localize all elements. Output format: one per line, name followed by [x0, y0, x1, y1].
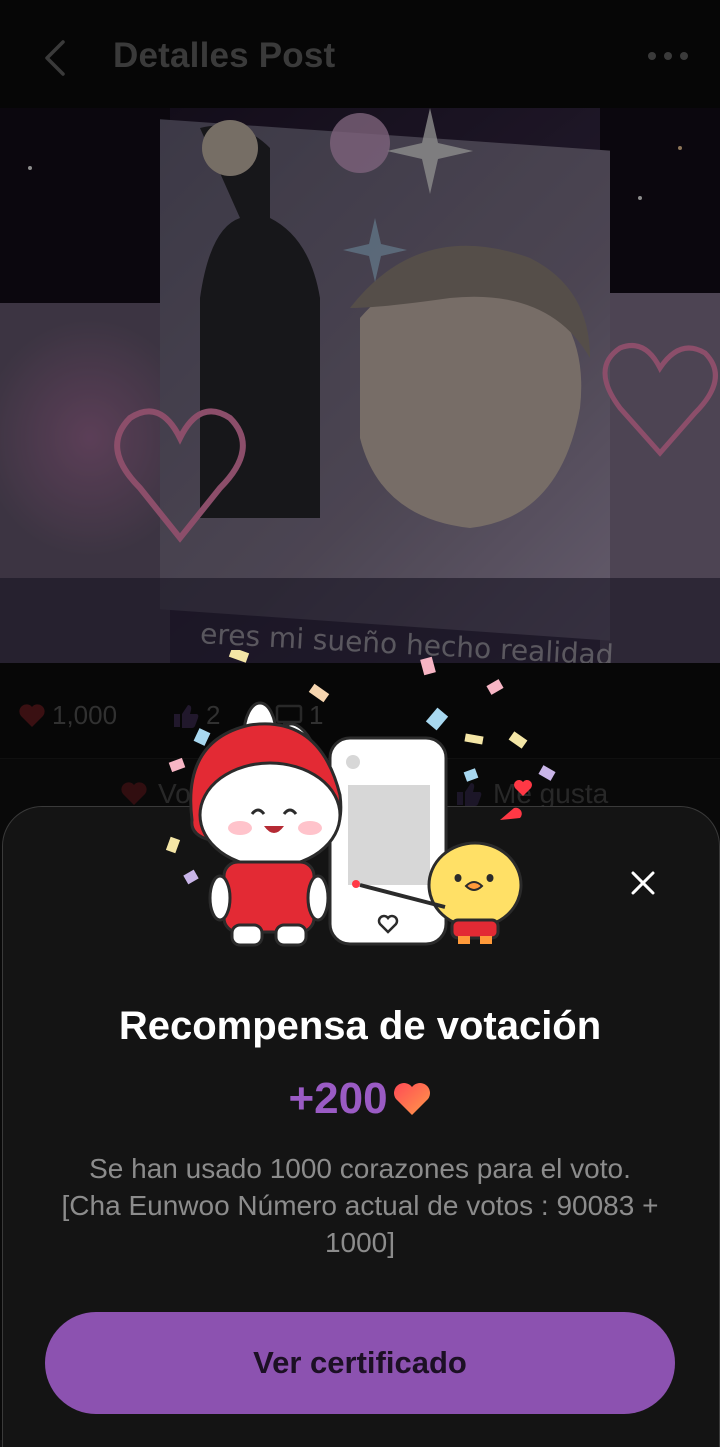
- description-line-1: Se han usado 1000 corazones para el voto…: [89, 1153, 631, 1184]
- reward-amount: +200: [288, 1074, 388, 1123]
- description-line-2: [Cha Eunwoo Número actual de votos : 900…: [61, 1190, 659, 1221]
- close-icon: [631, 871, 655, 895]
- reward-description: Se han usado 1000 corazones para el voto…: [20, 1150, 700, 1261]
- heart-icon: [393, 1083, 430, 1115]
- description-line-3: 1000]: [324, 1227, 396, 1258]
- close-button[interactable]: [626, 866, 660, 900]
- sheet-title: Recompensa de votación: [118, 1004, 602, 1048]
- view-certificate-button[interactable]: Ver certificado: [45, 1312, 675, 1414]
- celebration-illustration: [165, 650, 556, 947]
- reward-amount-row: +200: [0, 1074, 720, 1124]
